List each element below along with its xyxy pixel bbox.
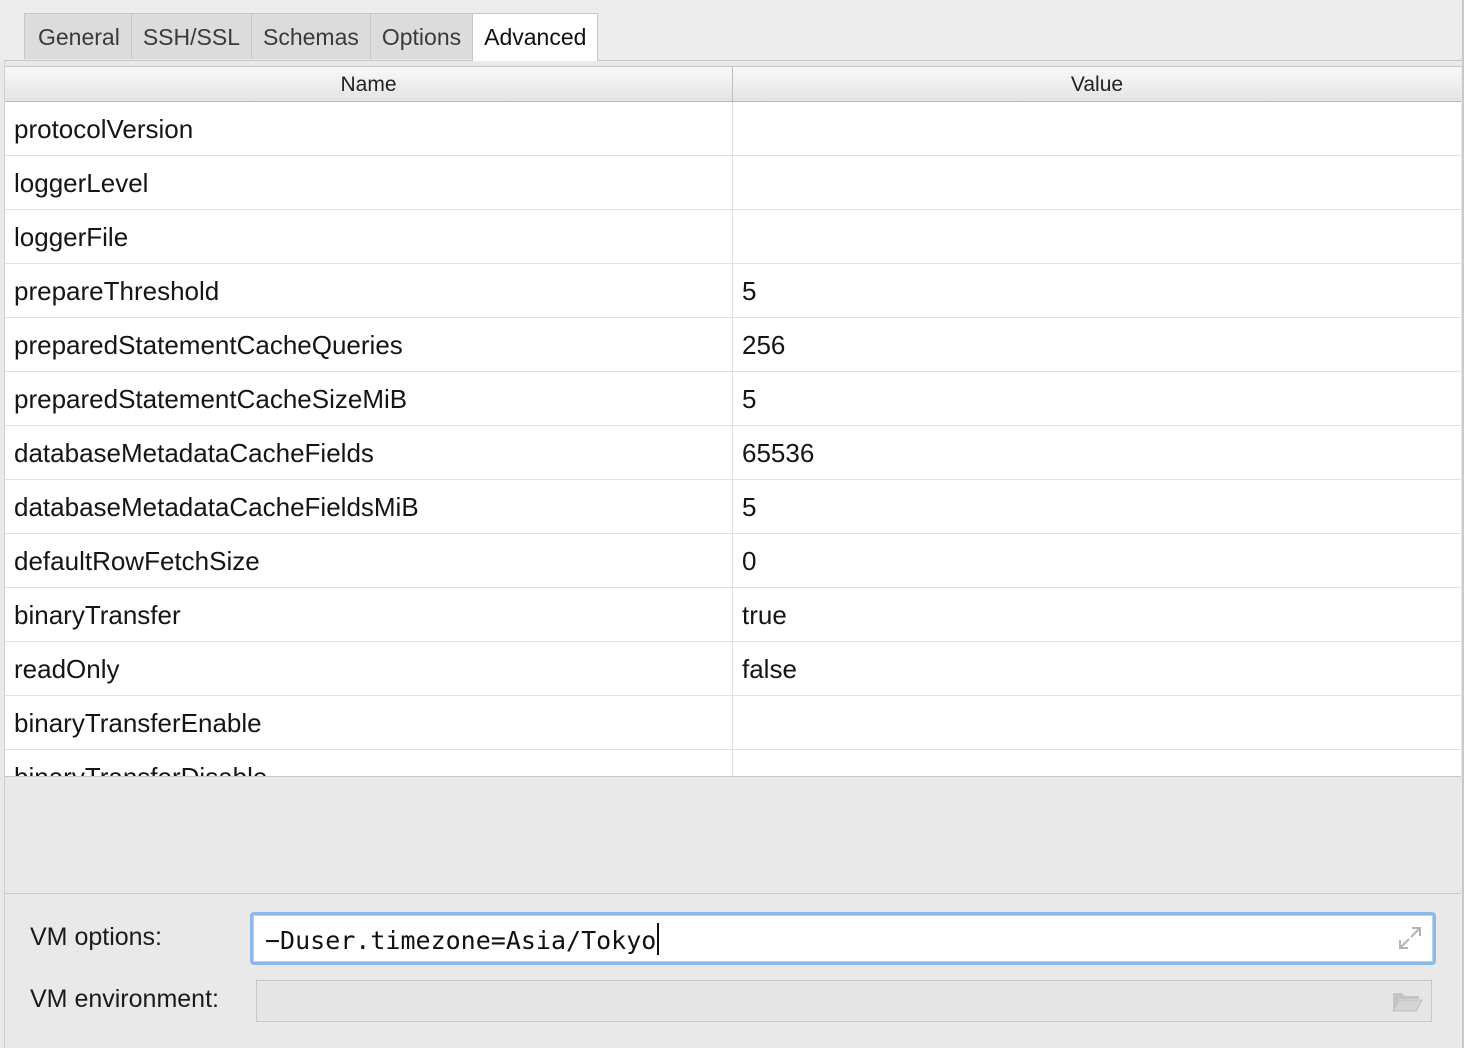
property-name-cell[interactable]: databaseMetadataCacheFields — [5, 426, 733, 479]
folder-icon[interactable] — [1391, 989, 1423, 1013]
property-value-cell[interactable]: 5 — [733, 480, 1461, 533]
table-header: Name Value — [5, 66, 1461, 102]
property-name-cell[interactable]: defaultRowFetchSize — [5, 534, 733, 587]
property-name-cell[interactable]: binaryTransferDisable — [5, 750, 733, 776]
table-row[interactable]: binaryTransferEnable — [5, 696, 1461, 750]
column-header-value[interactable]: Value — [733, 67, 1461, 101]
table-row[interactable]: loggerLevel — [5, 156, 1461, 210]
section-divider — [5, 893, 1461, 894]
property-value-cell[interactable] — [733, 696, 1461, 749]
vm-environment-input[interactable] — [256, 980, 1432, 1022]
table-row[interactable]: loggerFile — [5, 210, 1461, 264]
property-name-cell[interactable]: readOnly — [5, 642, 733, 695]
expand-icon[interactable] — [1397, 925, 1423, 951]
property-name-cell[interactable]: loggerFile — [5, 210, 733, 263]
vm-options-value[interactable]: −Duser.timezone=Asia/Tokyo — [265, 923, 660, 955]
table-row[interactable]: databaseMetadataCacheFields 65536 — [5, 426, 1461, 480]
tab-divider — [4, 60, 1462, 61]
property-value-cell[interactable] — [733, 750, 1461, 776]
property-value-cell[interactable]: 5 — [733, 372, 1461, 425]
text-caret — [657, 923, 660, 955]
properties-table: Name Value protocolVersion loggerLevel l… — [5, 66, 1461, 777]
table-row[interactable]: preparedStatementCacheSizeMiB 5 — [5, 372, 1461, 426]
table-row[interactable]: prepareThreshold 5 — [5, 264, 1461, 318]
table-row[interactable]: binaryTransfer true — [5, 588, 1461, 642]
table-row[interactable]: databaseMetadataCacheFieldsMiB 5 — [5, 480, 1461, 534]
property-name-cell[interactable]: binaryTransfer — [5, 588, 733, 641]
property-name-cell[interactable]: prepareThreshold — [5, 264, 733, 317]
tab-options[interactable]: Options — [369, 13, 473, 59]
property-name-cell[interactable]: loggerLevel — [5, 156, 733, 209]
table-row[interactable]: binaryTransferDisable — [5, 750, 1461, 776]
property-value-cell[interactable] — [733, 210, 1461, 263]
table-row[interactable]: preparedStatementCacheQueries 256 — [5, 318, 1461, 372]
table-row[interactable]: protocolVersion — [5, 102, 1461, 156]
property-value-cell[interactable]: true — [733, 588, 1461, 641]
property-value-cell[interactable] — [733, 102, 1461, 155]
tab-advanced[interactable]: Advanced — [472, 13, 599, 61]
property-name-cell[interactable]: databaseMetadataCacheFieldsMiB — [5, 480, 733, 533]
vm-options-label: VM options: — [30, 923, 163, 951]
table-row[interactable]: defaultRowFetchSize 0 — [5, 534, 1461, 588]
vm-options-text: −Duser.timezone=Asia/Tokyo — [265, 926, 657, 955]
property-name-cell[interactable]: binaryTransferEnable — [5, 696, 733, 749]
property-value-cell[interactable] — [733, 156, 1461, 209]
table-body: protocolVersion loggerLevel loggerFile p… — [5, 102, 1461, 776]
property-value-cell[interactable]: 5 — [733, 264, 1461, 317]
tab-list: General SSH/SSL Schemas Options Advanced — [24, 13, 599, 61]
property-value-cell[interactable]: 256 — [733, 318, 1461, 371]
property-name-cell[interactable]: preparedStatementCacheSizeMiB — [5, 372, 733, 425]
property-name-cell[interactable]: protocolVersion — [5, 102, 733, 155]
tab-schemas[interactable]: Schemas — [250, 13, 370, 59]
property-value-cell[interactable]: 65536 — [733, 426, 1461, 479]
tab-bar: General SSH/SSL Schemas Options Advanced — [0, 0, 1464, 62]
table-row[interactable]: readOnly false — [5, 642, 1461, 696]
property-value-cell[interactable]: 0 — [733, 534, 1461, 587]
vm-options-input[interactable]: −Duser.timezone=Asia/Tokyo — [250, 912, 1436, 965]
tab-ssh-ssl[interactable]: SSH/SSL — [130, 13, 251, 59]
property-name-cell[interactable]: preparedStatementCacheQueries — [5, 318, 733, 371]
tab-general[interactable]: General — [24, 13, 131, 59]
property-value-cell[interactable]: false — [733, 642, 1461, 695]
vm-environment-label: VM environment: — [30, 985, 219, 1013]
column-header-name[interactable]: Name — [5, 67, 733, 101]
